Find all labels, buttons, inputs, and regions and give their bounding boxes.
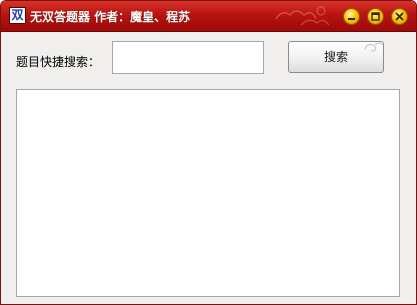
main-window: 双 无双答题器 作者：魔皇、程苏 题目快捷搜索： 搜索 [0,0,417,305]
title-bar[interactable]: 双 无双答题器 作者：魔皇、程苏 [1,1,416,32]
app-logo-icon: 双 [9,7,26,24]
window-title: 无双答题器 作者：魔皇、程苏 [30,10,191,24]
bottom-edge [1,299,416,304]
minimize-icon [348,18,355,20]
swirl-ornament-icon [364,42,384,52]
cloud-ornament-icon [275,6,330,26]
close-icon [395,12,404,21]
maximize-icon [371,12,380,21]
search-input[interactable] [112,41,264,74]
minimize-button[interactable] [343,8,360,25]
result-text-area[interactable] [16,89,400,297]
close-button[interactable] [391,8,408,25]
maximize-button[interactable] [367,8,384,25]
search-label: 题目快捷搜索： [16,55,101,69]
